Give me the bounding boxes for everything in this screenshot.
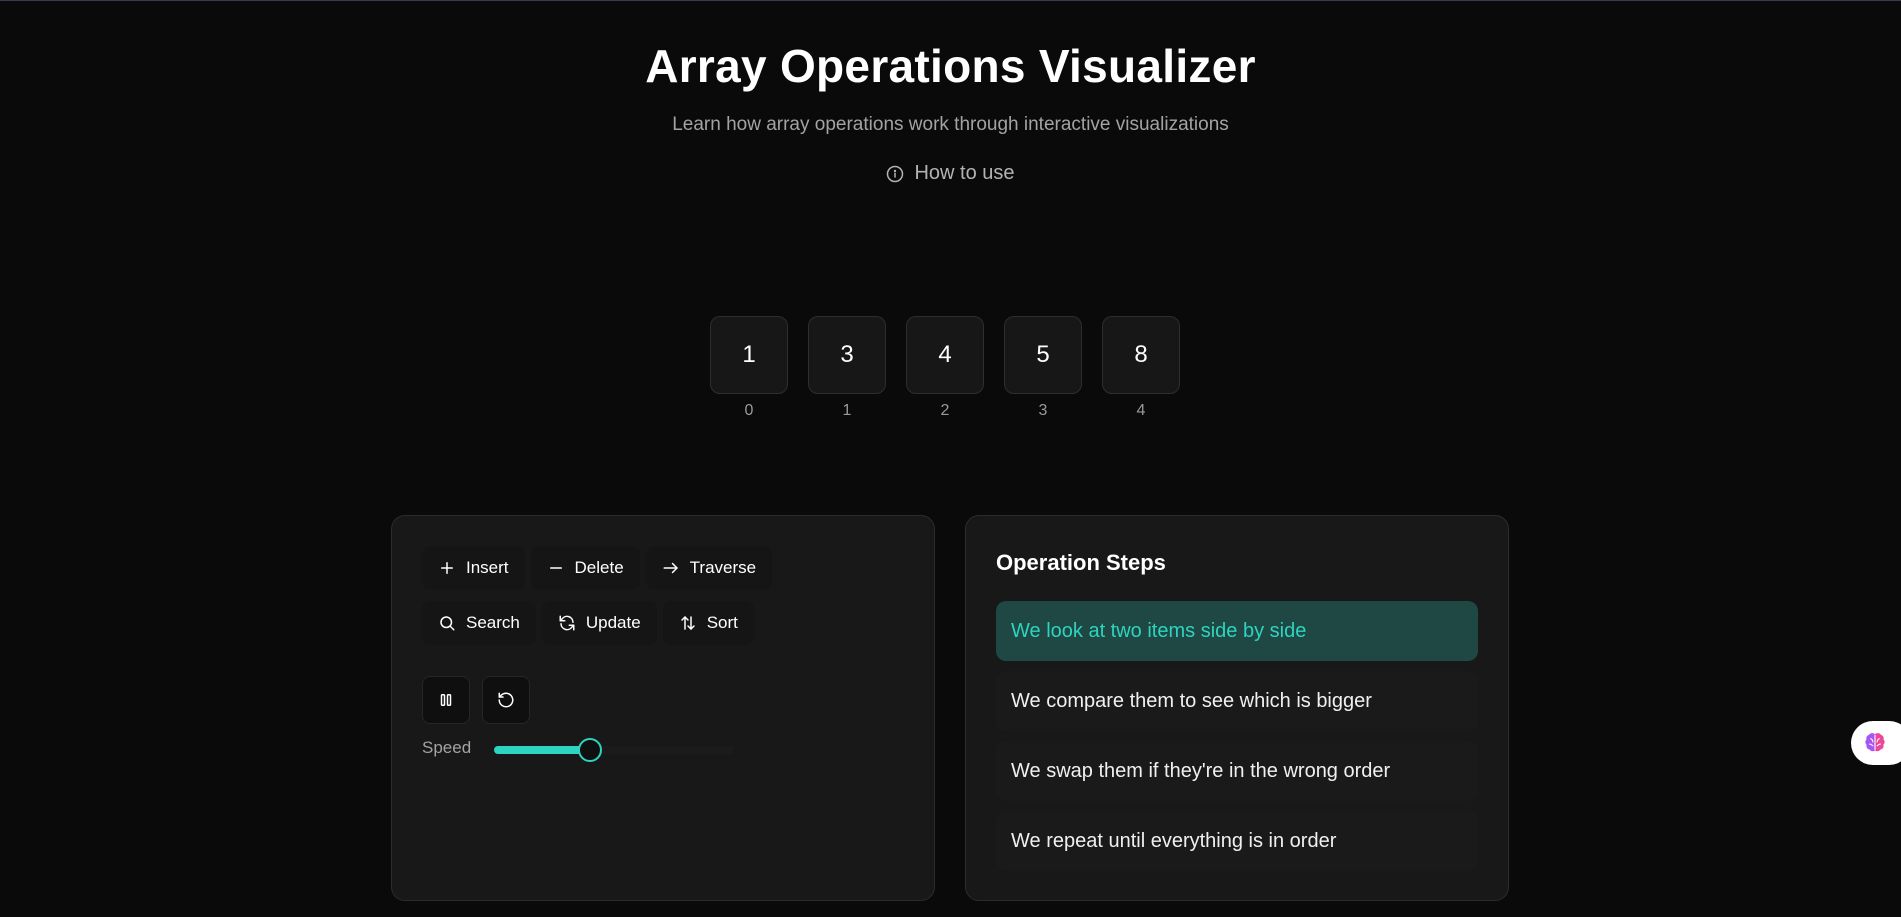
array-element: 8 4 <box>1102 316 1180 420</box>
operation-steps-panel: Operation Steps We look at two items sid… <box>965 515 1509 901</box>
how-to-use-link[interactable]: How to use <box>0 162 1901 185</box>
reset-icon <box>498 692 514 708</box>
how-to-use-label: How to use <box>914 162 1015 184</box>
delete-button[interactable]: Delete <box>530 546 640 590</box>
array-cell-value[interactable]: 1 <box>710 316 788 394</box>
update-button[interactable]: Update <box>541 601 657 645</box>
assistant-widget-button[interactable] <box>1851 721 1901 765</box>
array-element: 1 0 <box>710 316 788 420</box>
traverse-label: Traverse <box>689 558 757 577</box>
steps-list: We look at two items side by side We com… <box>996 601 1478 871</box>
sort-arrows-icon <box>680 616 695 630</box>
insert-label: Insert <box>466 558 509 577</box>
step-item: We swap them if they're in the wrong ord… <box>996 741 1478 801</box>
array-cell-index: 4 <box>1136 402 1146 419</box>
search-button[interactable]: Search <box>422 601 536 645</box>
page: Array Operations Visualizer Learn how ar… <box>0 0 1901 917</box>
array-cell-index: 3 <box>1038 402 1048 419</box>
array-cell-value[interactable]: 8 <box>1102 316 1180 394</box>
traverse-button[interactable]: Traverse <box>645 546 773 590</box>
sort-label: Sort <box>706 613 738 632</box>
search-label: Search <box>466 613 520 632</box>
step-item: We compare them to see which is bigger <box>996 671 1478 731</box>
search-icon <box>440 616 455 631</box>
pause-button[interactable] <box>422 676 470 724</box>
array-cell-index: 1 <box>842 402 852 419</box>
array-element: 3 1 <box>808 316 886 420</box>
array-cell-value[interactable]: 4 <box>906 316 984 394</box>
array-cell-value[interactable]: 5 <box>1004 316 1082 394</box>
array-cell-index: 0 <box>744 402 754 419</box>
step-item: We repeat until everything is in order <box>996 811 1478 871</box>
speed-slider-fill <box>494 746 590 754</box>
operations-panel: Insert Delete Traverse Search Update Sor… <box>391 515 935 901</box>
operations-row-2: Search Update Sort <box>422 601 754 645</box>
speed-slider[interactable] <box>494 738 734 762</box>
delete-label: Delete <box>574 558 624 577</box>
brain-icon <box>1865 733 1885 752</box>
info-icon <box>887 165 904 182</box>
speed-label: Speed <box>422 738 472 757</box>
refresh-icon <box>559 615 575 631</box>
array-element: 4 2 <box>906 316 984 420</box>
arrow-right-icon <box>663 562 678 574</box>
speed-slider-thumb[interactable] <box>578 738 602 762</box>
insert-button[interactable]: Insert <box>422 546 525 590</box>
pause-icon <box>440 694 452 706</box>
update-label: Update <box>585 613 641 632</box>
steps-title: Operation Steps <box>996 550 1166 575</box>
reset-button[interactable] <box>482 676 530 724</box>
plus-icon <box>441 562 453 574</box>
operations-row-1: Insert Delete Traverse <box>422 546 773 590</box>
array-cell-value[interactable]: 3 <box>808 316 886 394</box>
page-title: Array Operations Visualizer <box>645 40 1256 92</box>
sort-button[interactable]: Sort <box>662 601 754 645</box>
array-cell-index: 2 <box>940 402 950 419</box>
step-item: We look at two items side by side <box>996 601 1478 661</box>
page-subtitle: Learn how array operations work through … <box>672 114 1229 135</box>
array-element: 5 3 <box>1004 316 1082 420</box>
array-view: 1 0 3 1 4 2 5 3 8 4 <box>710 316 1180 420</box>
minus-icon <box>549 567 562 569</box>
